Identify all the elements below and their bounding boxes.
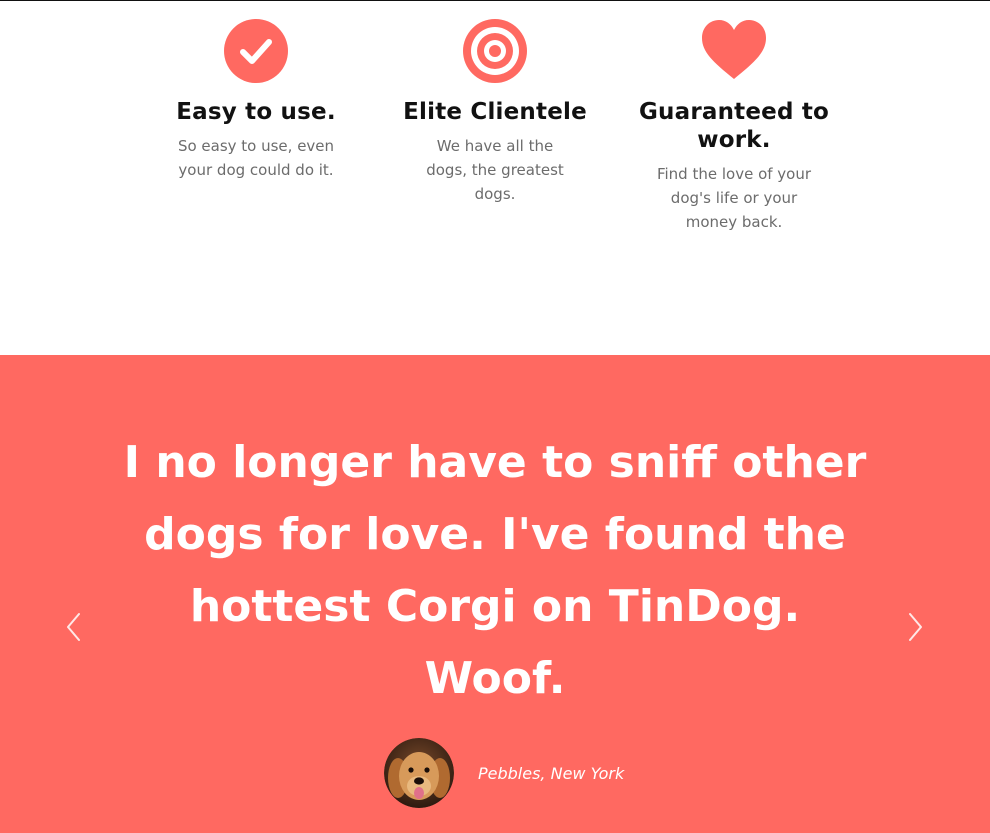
testimonial-author: Pebbles, New York [384,738,624,808]
heart-icon [702,20,766,79]
chevron-right-icon [909,613,922,641]
feature-title: Elite Clientele [403,99,587,125]
chevron-left-icon [67,613,80,641]
feature-description: We have all the dogs, the greatest dogs. [426,137,564,203]
avatar [384,738,454,808]
feature-elite-clientele: Elite Clientele We have all the dogs, th… [380,1,610,206]
bullseye-icon [463,19,527,83]
feature-description: Find the love of your dog's life or your… [656,165,812,231]
feature-easy-to-use: Easy to use. So easy to use, even your d… [141,1,371,182]
feature-title: Easy to use. [176,99,336,125]
carousel-prev-button[interactable] [62,610,86,644]
testimonial-author-name: Pebbles, New York [478,763,625,783]
feature-description: So easy to use, even your dog could do i… [177,137,335,179]
testimonial-quote: I no longer have to sniff other dogs for… [123,437,867,704]
testimonial-carousel: I no longer have to sniff other dogs for… [0,355,990,833]
check-circle-icon [224,19,288,83]
carousel-next-button[interactable] [903,610,927,644]
feature-guaranteed: Guaranteed to work. Find the love of you… [619,1,849,234]
feature-title: Guaranteed to work. [638,99,830,153]
features-section: Easy to use. So easy to use, even your d… [0,1,990,355]
page: Easy to use. So easy to use, even your d… [0,0,990,833]
